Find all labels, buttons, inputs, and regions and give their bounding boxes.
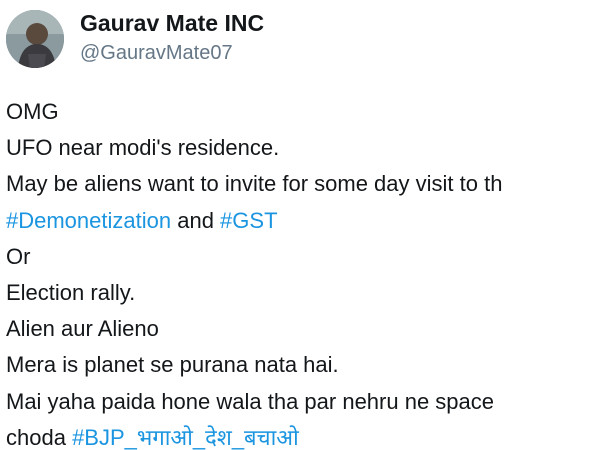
user-avatar-icon (6, 10, 64, 68)
tweet-line: OMG (6, 99, 59, 124)
tweet-line: Mai yaha paida hone wala tha par nehru n… (6, 388, 495, 414)
display-name[interactable]: Gaurav Mate INC (80, 10, 264, 37)
tweet-line: UFO near modi's residence. (6, 135, 280, 161)
hashtag-link[interactable]: #GST (220, 208, 277, 233)
tweet-line: Or (6, 243, 31, 269)
tweet-text: OMG UFO near modi's residence. May be al… (6, 94, 600, 450)
tweet-line: choda #BJP_भगाओ_देश_बचाओ (6, 420, 600, 450)
tweet-line: May be aliens want to invite for some da… (6, 171, 503, 197)
tweet-line: Alien aur Alieno (6, 316, 159, 342)
tweet-text-segment: choda (6, 424, 73, 450)
avatar[interactable] (6, 10, 64, 68)
tweet-line: Mera is planet se purana nata hai. (6, 352, 339, 378)
user-handle[interactable]: @GauravMate07 (80, 42, 233, 65)
tweet-line: #Demonetization and #GST (6, 203, 600, 239)
tweet-line: Election rally. (6, 279, 136, 305)
tweet-text-segment: and (171, 207, 221, 233)
hashtag-link[interactable]: #Demonetization (6, 208, 171, 233)
tweet-card: Gaurav Mate INC @GauravMate07 OMG UFO ne… (0, 0, 600, 450)
hashtag-link[interactable]: #BJP_भगाओ_देश_बचाओ (72, 425, 299, 450)
